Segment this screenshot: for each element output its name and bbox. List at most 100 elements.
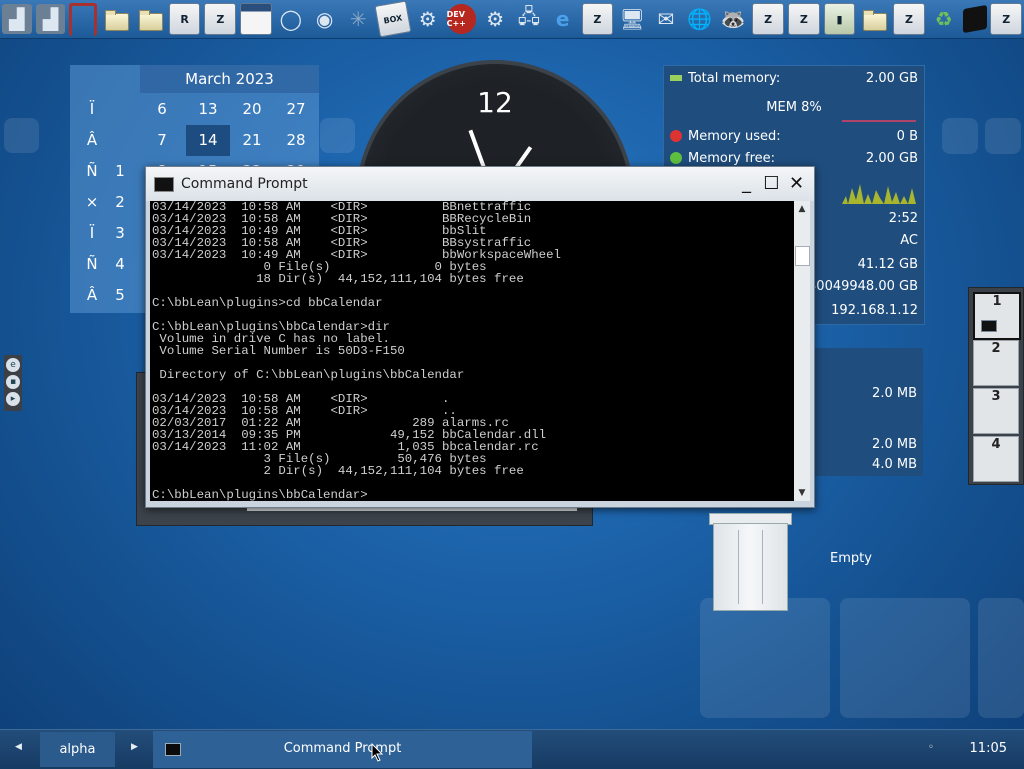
globe-computer-icon[interactable]: 🌐 [685, 4, 715, 34]
network-icon[interactable]: ⚙ [480, 4, 510, 34]
folder-icon[interactable] [135, 4, 165, 34]
close-button[interactable]: ✕ [786, 174, 807, 195]
z-document-icon[interactable]: Z [787, 3, 820, 35]
stop-icon [670, 130, 682, 142]
z-document-icon[interactable]: Z [204, 3, 237, 35]
calendar-day[interactable]: 3 [98, 224, 142, 242]
chart-document-icon[interactable]: ▮ [823, 3, 856, 35]
vertical-scrollbar[interactable]: ▲ ▼ [794, 201, 810, 501]
window-titlebar[interactable]: Command Prompt _ ☐ ✕ [146, 167, 814, 201]
power-value: AC [900, 232, 918, 248]
window-title: Command Prompt [181, 176, 308, 192]
atom-icon[interactable]: ✳ [343, 4, 373, 34]
desktop-decoration [700, 598, 830, 718]
task-label: Command Prompt [283, 741, 402, 756]
mem-percent-row: MEM 8% [670, 96, 918, 118]
next-workspace-icon[interactable]: ▶ [131, 742, 138, 752]
memory-free-value: 2.00 GB [865, 150, 918, 166]
taskbar: ◀ alpha ▶ Command Prompt ◦ 11:05 [0, 729, 1024, 769]
folder-icon[interactable] [859, 4, 889, 34]
workspace-4[interactable]: 4 [973, 436, 1019, 482]
mem-percent: MEM 8% [766, 99, 822, 115]
total-memory-value: 2.00 GB [865, 70, 918, 86]
total-memory-row: Total memory: 2.00 GB [670, 67, 918, 89]
net-rate-3: 4.0 MB [872, 456, 917, 472]
workspace-3[interactable]: 3 [973, 388, 1019, 434]
task-command-prompt[interactable]: Command Prompt [153, 731, 532, 768]
workspace-1-label: 1 [992, 294, 1002, 309]
z-document-icon[interactable]: Z [752, 3, 784, 35]
taskbar-clock[interactable]: 11:05 [970, 741, 1007, 756]
command-prompt-window[interactable]: Command Prompt _ ☐ ✕ 03/14/2023 10:58 AM… [145, 166, 815, 508]
console-output[interactable]: 03/14/2023 10:58 AM <DIR> BBnettraffic 0… [150, 201, 794, 501]
window-icon[interactable] [240, 3, 272, 35]
computer-network-icon[interactable]: 🖧 [514, 4, 544, 34]
calendar-day[interactable]: 28 [274, 131, 318, 149]
scroll-up-icon[interactable]: ▲ [794, 201, 810, 217]
mouse-cursor-icon [371, 743, 383, 762]
workspace-pager: 1 2 3 4 [968, 287, 1024, 485]
mail-icon[interactable]: ✉ [651, 4, 681, 34]
calendar-row: Â 7 14 21 28 [70, 125, 319, 156]
clock-numeral-12: 12 [477, 86, 513, 119]
calendar-day[interactable]: 2 [98, 193, 142, 211]
calendar-day[interactable]: 5 [98, 286, 142, 304]
workspace-label[interactable]: alpha [40, 732, 115, 767]
tray-icon[interactable]: ◦ [928, 742, 934, 753]
devcpp-icon[interactable]: DEV C++ [446, 4, 477, 34]
total-memory-label: Total memory: [688, 70, 781, 86]
calendar-day[interactable]: 4 [98, 255, 142, 273]
recycle-bin-icon[interactable] [709, 513, 792, 611]
ip-value: 192.168.1.12 [831, 302, 918, 318]
prev-workspace-icon[interactable]: ◀ [15, 742, 22, 752]
quick-launch-bar: ▟ ▟ R Z ◯ ◉ ✳ BOX ⚙ DEV C++ ⚙ 🖧 e Z 🖥 ✉ … [0, 0, 1024, 39]
maximize-button[interactable]: ☐ [761, 174, 782, 195]
calendar-day[interactable]: 27 [274, 100, 318, 118]
uptime-value: 2:52 [888, 210, 918, 226]
memory-used-row: Memory used: 0 B [670, 125, 918, 147]
folder-icon[interactable] [101, 4, 131, 34]
scroll-thumb[interactable] [795, 246, 810, 266]
ring-icon[interactable]: ◯ [276, 4, 306, 34]
disc-icon[interactable]: ◉ [310, 4, 340, 34]
calendar-day[interactable]: 6 [140, 100, 184, 118]
calendar-day[interactable]: 7 [140, 131, 184, 149]
scroll-down-icon[interactable]: ▼ [794, 485, 810, 501]
blackbox-alt-icon[interactable]: ▟ [35, 4, 66, 34]
play-icon[interactable]: ▸ [6, 392, 20, 406]
desktop-decoration [840, 598, 970, 718]
black-cube-icon[interactable] [962, 4, 987, 34]
internet-explorer-icon[interactable]: e [548, 4, 578, 34]
console-text: 03/14/2023 10:58 AM <DIR> BBnettraffic 0… [152, 201, 561, 501]
r-document-icon[interactable]: R [168, 3, 201, 35]
computer-icon[interactable]: 🖥 [617, 4, 647, 34]
desktop-decoration [942, 118, 978, 154]
disk-total-value: 40049948.00 GB [808, 278, 918, 294]
red-frame-icon[interactable] [69, 2, 98, 36]
z-document-icon[interactable]: Z [990, 3, 1023, 35]
calendar-day[interactable]: 14 [186, 125, 230, 156]
recycle-icon[interactable]: ♻ [929, 4, 959, 34]
workspace-1[interactable]: 1 [973, 292, 1021, 340]
minimize-button[interactable]: _ [736, 174, 757, 195]
z-document-icon[interactable]: Z [581, 3, 614, 35]
tools-icon[interactable]: ⚙ [413, 4, 443, 34]
dosbox-icon[interactable]: BOX [374, 0, 412, 38]
desktop-decoration [985, 118, 1021, 154]
ie-icon[interactable]: e [6, 358, 20, 372]
z-document-icon[interactable]: Z [893, 3, 925, 35]
cpu-graph [842, 184, 916, 204]
raccoon-icon[interactable]: 🦝 [718, 4, 748, 34]
workspace-2[interactable]: 2 [973, 340, 1019, 386]
app-icon[interactable]: ▪ [6, 375, 20, 389]
calendar-day[interactable]: 20 [230, 100, 274, 118]
calendar-day-name: Â [86, 131, 98, 149]
calendar-day[interactable]: 21 [230, 131, 274, 149]
calendar-month[interactable]: March 2023 [140, 65, 319, 93]
calendar-day[interactable]: 13 [186, 100, 230, 118]
net-rate-1: 2.0 MB [872, 385, 917, 401]
desktop-decoration [4, 118, 39, 153]
calendar-day[interactable]: 1 [98, 162, 142, 180]
check-icon [670, 152, 682, 164]
blackbox-icon[interactable]: ▟ [2, 4, 32, 34]
